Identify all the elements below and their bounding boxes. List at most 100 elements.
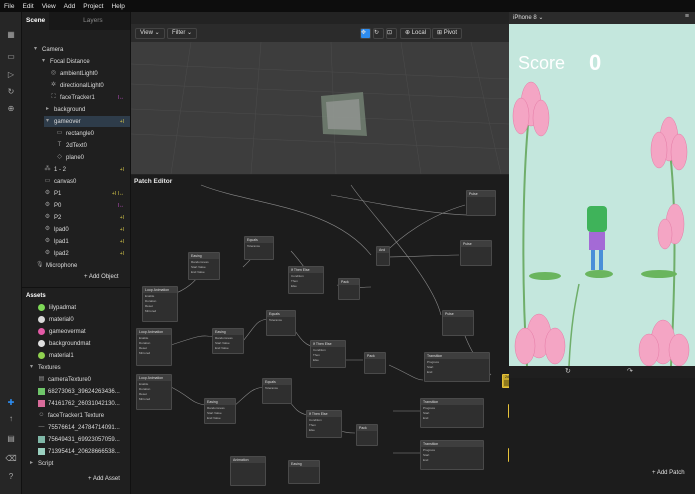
pack-node[interactable]: Pack <box>356 424 378 446</box>
tree-item-camera[interactable]: ▾ Camera <box>32 44 63 55</box>
add-asset-button[interactable]: + Add Asset <box>88 476 120 482</box>
rectangle-icon: ▭ <box>56 130 63 136</box>
layout-icon[interactable]: ▦ <box>5 30 17 40</box>
asset-folder-script[interactable]: ▸ Script <box>28 458 53 469</box>
easing-node[interactable]: Easing <box>288 460 320 484</box>
asset-texture[interactable]: 74161762_26031042130... <box>38 398 120 409</box>
tree-item-background[interactable]: ▸ background <box>44 104 85 115</box>
zoom-icon[interactable]: ⊕ <box>5 104 17 114</box>
asset-material-material0[interactable]: material0 <box>38 314 74 325</box>
tree-item-1-2[interactable]: ⁂ 1 - 2 +I <box>44 164 130 175</box>
menu-file[interactable]: File <box>4 3 14 10</box>
scale-tool-icon[interactable]: ⊡ <box>386 28 397 39</box>
link-flag: I↔ <box>117 202 124 209</box>
tree-item-lpad2[interactable]: ⚙ lpad2 +I <box>44 248 130 259</box>
assets-title: Assets <box>26 292 46 299</box>
asset-texture[interactable]: ▤ cameraTexture0 <box>38 374 91 385</box>
local-toggle[interactable]: ⊕ Local <box>400 28 432 39</box>
equals-node[interactable]: Equals Tolerance <box>244 236 274 260</box>
menu-edit[interactable]: Edit <box>22 3 33 10</box>
help-icon[interactable]: ? <box>5 472 17 482</box>
menu-project[interactable]: Project <box>83 3 103 10</box>
tree-item-canvas0[interactable]: ▭ canvas0 <box>44 176 77 187</box>
and-node[interactable]: And <box>376 246 390 266</box>
add-object-button[interactable]: + Add Object <box>84 274 119 280</box>
asset-material-gameovermat[interactable]: gameovermat <box>38 326 86 337</box>
pulse-node[interactable]: Pulse <box>442 310 474 336</box>
pulse-node[interactable]: Pulse <box>460 240 492 266</box>
menu-add[interactable]: Add <box>64 3 76 10</box>
tree-item-microphone[interactable]: 🎙 Microphone <box>36 260 77 271</box>
pulse-node[interactable]: Pulse <box>466 190 496 216</box>
tree-item-2dtext0[interactable]: T 2dText0 <box>56 140 87 151</box>
move-tool-icon[interactable]: ✥ <box>360 28 371 39</box>
if-then-else-node[interactable]: If Then Else Condition Then Else <box>288 266 324 294</box>
filter-dropdown[interactable]: Filter ⌄ <box>167 28 198 39</box>
menu-help[interactable]: Help <box>111 3 124 10</box>
upload-icon[interactable]: ↑ <box>5 414 17 424</box>
menu-view[interactable]: View <box>42 3 56 10</box>
equals-node[interactable]: Equals Tolerance <box>266 310 296 336</box>
asset-texture[interactable]: ☺ faceTracker1 Texture <box>38 410 104 421</box>
device-dropdown[interactable]: iPhone 8 ⌄ <box>513 14 543 21</box>
tree-item-p1[interactable]: ⚙ P1 +I I↔ <box>44 188 130 199</box>
rotate-tool-icon[interactable]: ↻ <box>373 28 384 39</box>
loop-animation-node[interactable]: Loop Animation Enable Duration Reset Mirrore… <box>136 328 172 366</box>
patch-flag: +I <box>119 226 124 233</box>
tree-item-lpad1[interactable]: ⚙ lpad1 +I <box>44 236 130 247</box>
library-icon[interactable]: ▤ <box>5 434 17 444</box>
simulator-preview[interactable] <box>509 24 695 366</box>
material-icon <box>38 352 45 359</box>
tree-item-ambient-light[interactable]: ◎ ambientLight0 <box>50 68 98 79</box>
loop-animation-node[interactable]: Loop Animation Enable Duration Reset Mirrore… <box>136 374 172 410</box>
if-then-else-node[interactable]: If Then Else Condition Then Else <box>310 340 346 368</box>
view-dropdown[interactable]: View ⌄ <box>135 28 165 39</box>
restart-icon[interactable]: ↻ <box>565 367 571 375</box>
easing-node[interactable]: Easing Randomness Start Value End Value <box>204 398 236 424</box>
pack-node[interactable]: Pack <box>338 278 360 300</box>
transition-node[interactable]: Transition Progress Start End <box>420 440 484 470</box>
easing-node[interactable]: Easing Randomness Start Value End Value <box>188 252 220 280</box>
material-icon <box>38 304 45 311</box>
tree-item-face-tracker[interactable]: ⛶ faceTracker1 I↔ <box>50 92 130 103</box>
scene-tabs: Scene Layers <box>22 12 130 30</box>
tree-item-plane0[interactable]: ◇ plane0 <box>56 152 84 163</box>
asset-material-lilypadmat[interactable]: lilypadmat <box>38 302 76 313</box>
trash-icon[interactable]: ⌫ <box>5 454 17 464</box>
tree-item-focal-distance[interactable]: ▾ Focal Distance <box>40 56 90 67</box>
asset-texture[interactable]: —75576614_24784714091... <box>38 422 120 433</box>
tree-item-directional-light[interactable]: ✲ directionalLight0 <box>50 80 104 91</box>
tab-layers[interactable]: Layers <box>79 12 107 30</box>
refresh-icon[interactable]: ↻ <box>5 87 17 97</box>
menu-icon[interactable]: ≡ <box>685 13 689 20</box>
asset-texture[interactable]: 75649431_69923057059... <box>38 434 120 445</box>
asset-texture[interactable]: 68273063_39624263436... <box>38 386 120 397</box>
device-icon[interactable]: ✚ <box>5 398 17 408</box>
equals-node[interactable]: Equals Tolerance <box>262 378 292 404</box>
tree-item-p0[interactable]: ⚙ P0 I↔ <box>44 200 130 211</box>
object-icon: ⚙ <box>44 250 51 256</box>
transition-node[interactable]: Transition Progress Start End <box>420 398 484 428</box>
patch-flag: +I <box>119 250 124 257</box>
tree-item-lpad0[interactable]: ⚙ lpad0 +I <box>44 224 130 235</box>
asset-folder-textures[interactable]: ▾ Textures <box>28 362 61 373</box>
tree-item-gameover[interactable]: ▾ gameover +I <box>44 116 130 127</box>
tree-item-rectangle0[interactable]: ▭ rectangle0 <box>56 128 94 139</box>
play-icon[interactable]: ▷ <box>5 70 17 80</box>
pack-node[interactable]: Pack <box>364 352 386 374</box>
tree-item-p2[interactable]: ⚙ P2 +I <box>44 212 130 223</box>
add-patch-button[interactable]: + Add Patch <box>652 470 685 476</box>
rotate-icon[interactable]: ↷ <box>627 367 633 375</box>
asset-texture[interactable]: 71395414_20628666538... <box>38 446 120 457</box>
video-icon[interactable]: ▭ <box>5 52 17 62</box>
animation-node[interactable]: Animation <box>230 456 266 486</box>
if-then-else-node[interactable]: If Then Else Condition Then Else <box>306 410 342 438</box>
asset-material-backgroundmat[interactable]: backgroundmat <box>38 338 90 349</box>
viewport[interactable] <box>131 24 509 174</box>
tab-scene[interactable]: Scene <box>22 12 50 30</box>
pivot-toggle[interactable]: ⊞ Pivot <box>432 28 463 39</box>
easing-node[interactable]: Easing Randomness Start Value End Value <box>212 328 244 354</box>
asset-material-material1[interactable]: material1 <box>38 350 74 361</box>
transition-node[interactable]: Transition Progress Start End <box>424 352 490 382</box>
loop-animation-node[interactable]: Loop Animation Enable Duration Reset Mirrore… <box>142 286 178 322</box>
